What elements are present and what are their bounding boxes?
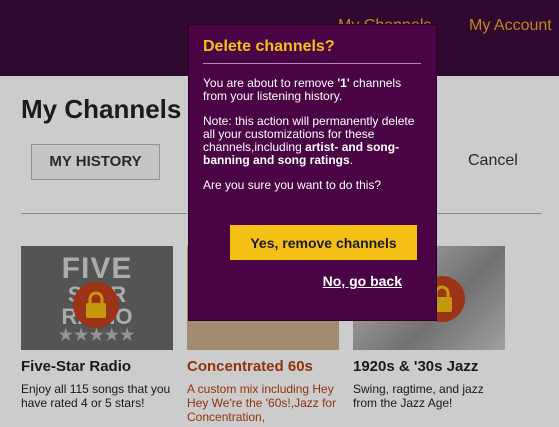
dialog-message: You are about to remove '1' channels fro… (203, 76, 402, 103)
delete-channels-dialog: Delete channels? You are about to remove… (188, 24, 437, 321)
dialog-title: Delete channels? (203, 38, 335, 55)
go-back-link[interactable]: No, go back (189, 273, 402, 289)
dialog-note: Note: this action will permanently delet… (203, 114, 415, 167)
confirm-remove-button[interactable]: Yes, remove channels (230, 225, 417, 260)
dialog-divider (203, 63, 421, 64)
dialog-question: Are you sure you want to do this? (203, 178, 382, 192)
